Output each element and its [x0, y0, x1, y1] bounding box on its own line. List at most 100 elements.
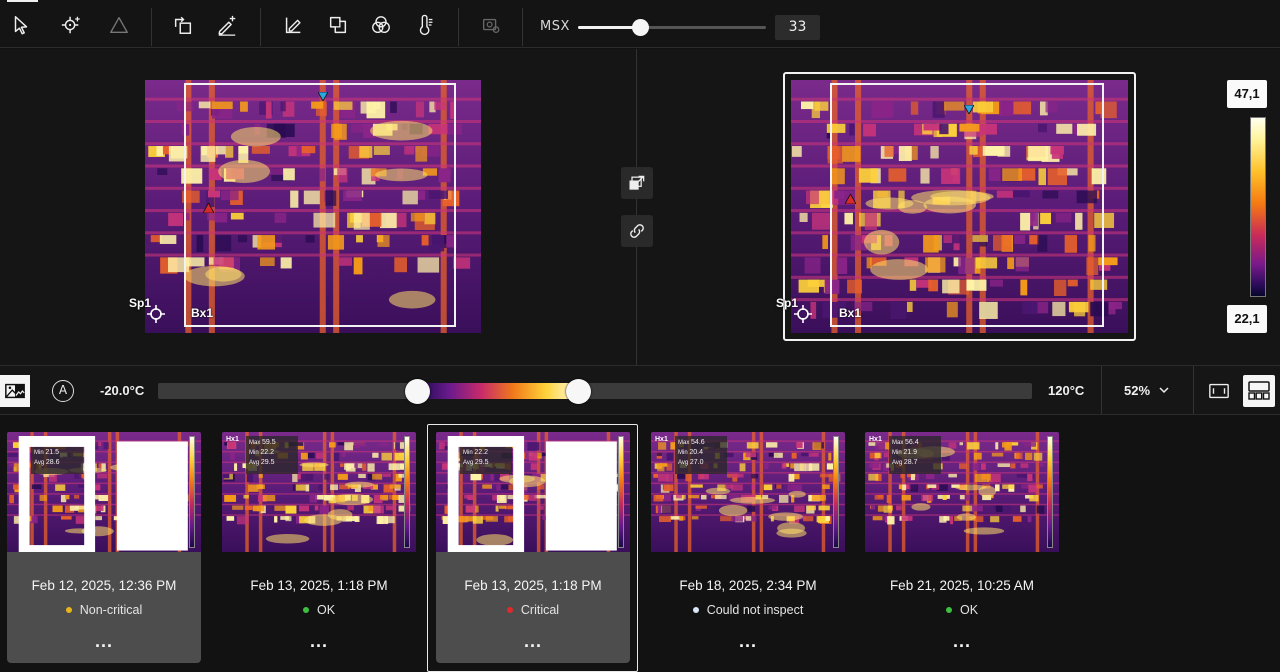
- grid-view-button[interactable]: [1243, 375, 1275, 407]
- thumbnail-scale-bar: [1047, 436, 1053, 548]
- thermometer-icon: [419, 14, 433, 35]
- thumbnail-stat-max: Max 56.4: [892, 438, 938, 448]
- triangle-tool-button[interactable]: [102, 8, 136, 42]
- image-gallery: Max 60.6 Min 21.5 Avg 28.6 Feb 12, 2025, 12…: [0, 416, 1280, 672]
- status-text: OK: [959, 603, 979, 617]
- export-button[interactable]: [621, 167, 653, 199]
- status-text: Non-critical: [79, 603, 143, 617]
- auto-adjust-button[interactable]: A: [52, 380, 74, 402]
- hx-badge: Hx1: [655, 436, 668, 443]
- stat-value: 59.5: [262, 439, 276, 446]
- msx-slider[interactable]: [578, 19, 766, 36]
- stat-value: 28.7: [903, 459, 918, 466]
- stat-value: 22.2: [260, 449, 274, 456]
- gallery-card[interactable]: Max 56.4 Min 21.9 Avg 28.7 Hx1 Feb 21, 2025,…: [865, 432, 1059, 663]
- gallery-card[interactable]: Max 59.5 Min 22.2 Avg 29.5 Feb 13, 2025, 1:…: [436, 432, 630, 663]
- msx-value-input[interactable]: 33: [775, 15, 820, 40]
- thumbnail-stat-avg: Avg 27.0: [678, 458, 724, 468]
- measurement-box-left[interactable]: [184, 83, 456, 327]
- scale-min-value[interactable]: 22,1: [1227, 305, 1267, 333]
- scale-max-value[interactable]: 47,1: [1227, 80, 1267, 108]
- export-icon: [629, 175, 645, 190]
- status-text: OK: [316, 603, 336, 617]
- thumbnail-stat-max: Max 54.6: [678, 438, 724, 448]
- stat-key: Max: [249, 440, 263, 446]
- msx-slider-knob[interactable]: [632, 19, 650, 36]
- pen-add-icon: [218, 15, 236, 36]
- rotate-button[interactable]: [166, 8, 200, 42]
- hot-spot-marker-icon: [203, 203, 214, 213]
- color-palette-button[interactable]: [364, 8, 398, 42]
- camera-button[interactable]: [474, 8, 508, 42]
- more-options-button[interactable]: ...: [7, 632, 201, 650]
- rotate-copy-icon: [174, 16, 192, 34]
- gallery-card[interactable]: Max 54.6 Min 20.4 Avg 27.0 Hx1 Feb 18, 2025,…: [651, 432, 845, 663]
- thumbnail-image[interactable]: Max 59.5 Min 22.2 Avg 29.5 Hx1: [222, 432, 416, 552]
- stat-key: Max: [678, 440, 692, 446]
- layers-button[interactable]: [321, 8, 355, 42]
- measurement-box-right[interactable]: [830, 83, 1104, 327]
- select-arrow-icon: [14, 16, 28, 35]
- hx-badge: Hx1: [226, 436, 239, 443]
- gallery-card[interactable]: Max 60.6 Min 21.5 Avg 28.6 Feb 12, 2025, 12…: [7, 432, 201, 663]
- level-span-bar: A -20.0°C 120°C 52%: [0, 365, 1280, 415]
- color-palette-icon: [372, 16, 390, 34]
- level-high-knob[interactable]: [565, 379, 591, 404]
- image-mode-button[interactable]: [0, 375, 30, 407]
- box-label-left: Bx1: [191, 306, 214, 320]
- link-icon: [630, 224, 644, 238]
- card-status: OK: [865, 603, 1059, 617]
- thumbnail-scale-bar: [618, 436, 624, 548]
- toolbar-separator: [151, 8, 152, 46]
- card-date: Feb 13, 2025, 1:18 PM: [464, 578, 602, 593]
- draw-add-button[interactable]: [210, 8, 244, 42]
- level-span-gradient: [417, 383, 578, 399]
- link-button[interactable]: [621, 215, 653, 247]
- thumbnail-measurement-box: Max 56.4 Min 21.9 Avg 28.7: [889, 436, 941, 474]
- layers-icon: [329, 16, 347, 34]
- thumbnail-stat-avg: Avg 28.7: [892, 458, 938, 468]
- gallery-card[interactable]: Max 59.5 Min 22.2 Avg 29.5 Hx1 Feb 13, 2025,…: [222, 432, 416, 663]
- camera-icon: [482, 18, 500, 33]
- zoom-level[interactable]: 52%: [1124, 383, 1150, 398]
- spot-crosshair-icon[interactable]: [147, 305, 165, 323]
- box-label-right: Bx1: [839, 306, 862, 320]
- toolbar-separator: [458, 8, 459, 46]
- thumbnail-stat-avg: Avg 29.5: [249, 458, 295, 468]
- thumbnail-stat-min: Min 20.4: [678, 448, 724, 458]
- stat-value: 21.9: [903, 449, 917, 456]
- spot-crosshair-icon[interactable]: [794, 305, 812, 323]
- thumbnail-measurement-box: Max 59.5 Min 22.2 Avg 29.5: [246, 436, 298, 474]
- edit-button[interactable]: [276, 8, 310, 42]
- more-options-button[interactable]: ...: [651, 632, 845, 650]
- cold-spot-marker-icon: [318, 92, 328, 101]
- thumbnail-image[interactable]: Max 59.5 Min 22.2 Avg 29.5: [436, 432, 630, 552]
- temperature-button[interactable]: [409, 8, 443, 42]
- status-dot-icon: [692, 606, 699, 613]
- card-date: Feb 18, 2025, 2:34 PM: [679, 578, 817, 593]
- thumbnail-measurement-box: Max 54.6 Min 20.4 Avg 27.0: [675, 436, 727, 474]
- spot-add-icon: [61, 16, 80, 34]
- thumbnail-stat-min: Min 22.2: [249, 448, 295, 458]
- levelbar-separator: [1193, 366, 1194, 414]
- more-options-button[interactable]: ...: [436, 632, 630, 650]
- more-options-button[interactable]: ...: [222, 632, 416, 650]
- spot-tool-button[interactable]: [54, 8, 88, 42]
- grid-view-icon: [1248, 381, 1270, 400]
- thumbnail-image[interactable]: Max 56.4 Min 21.9 Avg 28.7 Hx1: [865, 432, 1059, 552]
- level-span-slider[interactable]: [158, 379, 1032, 404]
- select-tool-button[interactable]: [4, 0, 38, 42]
- card-date: Feb 12, 2025, 12:36 PM: [31, 578, 177, 593]
- hot-spot-marker-icon: [845, 194, 856, 204]
- level-low-knob[interactable]: [405, 379, 431, 404]
- levelbar-separator: [1101, 366, 1102, 414]
- toolbar: MSX 33: [0, 0, 1280, 48]
- more-options-button[interactable]: ...: [865, 632, 1059, 650]
- status-dot-icon: [945, 606, 952, 613]
- thumbnail-image[interactable]: Max 54.6 Min 20.4 Avg 27.0 Hx1: [651, 432, 845, 552]
- range-max-label: 120°C: [1048, 383, 1085, 398]
- thumbnail-image[interactable]: Max 60.6 Min 21.5 Avg 28.6: [7, 432, 201, 552]
- chevron-down-icon[interactable]: [1158, 384, 1170, 396]
- thumbnail-scale-bar: [189, 436, 195, 548]
- single-view-button[interactable]: [1203, 375, 1235, 407]
